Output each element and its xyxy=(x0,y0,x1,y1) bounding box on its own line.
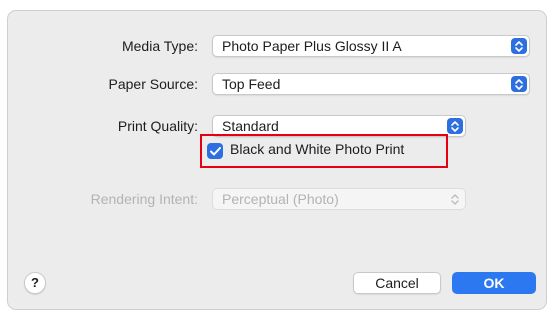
paper-source-label: Paper Source: xyxy=(108,76,199,92)
paper-source-value: Top Feed xyxy=(222,76,281,92)
chevron-up-down-icon xyxy=(447,191,463,207)
cancel-button[interactable]: Cancel xyxy=(353,272,441,294)
paper-source-select[interactable]: Top Feed xyxy=(212,73,530,95)
checkmark-icon xyxy=(209,146,221,155)
print-quality-label: Print Quality: xyxy=(117,118,198,134)
rendering-intent-label: Rendering Intent: xyxy=(90,191,198,207)
bw-photo-checkbox[interactable] xyxy=(207,143,223,159)
chevron-up-down-icon xyxy=(511,76,527,92)
media-type-value: Photo Paper Plus Glossy II A xyxy=(222,38,402,54)
rendering-intent-select: Perceptual (Photo) xyxy=(212,188,466,210)
chevron-up-down-icon xyxy=(447,118,463,134)
rendering-intent-value: Perceptual (Photo) xyxy=(222,191,339,207)
bw-photo-label[interactable]: Black and White Photo Print xyxy=(230,141,404,157)
print-quality-value: Standard xyxy=(222,118,279,134)
ok-button[interactable]: OK xyxy=(452,272,536,294)
media-type-label: Media Type: xyxy=(121,38,198,54)
chevron-up-down-icon xyxy=(511,38,527,54)
help-button[interactable]: ? xyxy=(24,272,46,294)
media-type-select[interactable]: Photo Paper Plus Glossy II A xyxy=(212,35,530,57)
